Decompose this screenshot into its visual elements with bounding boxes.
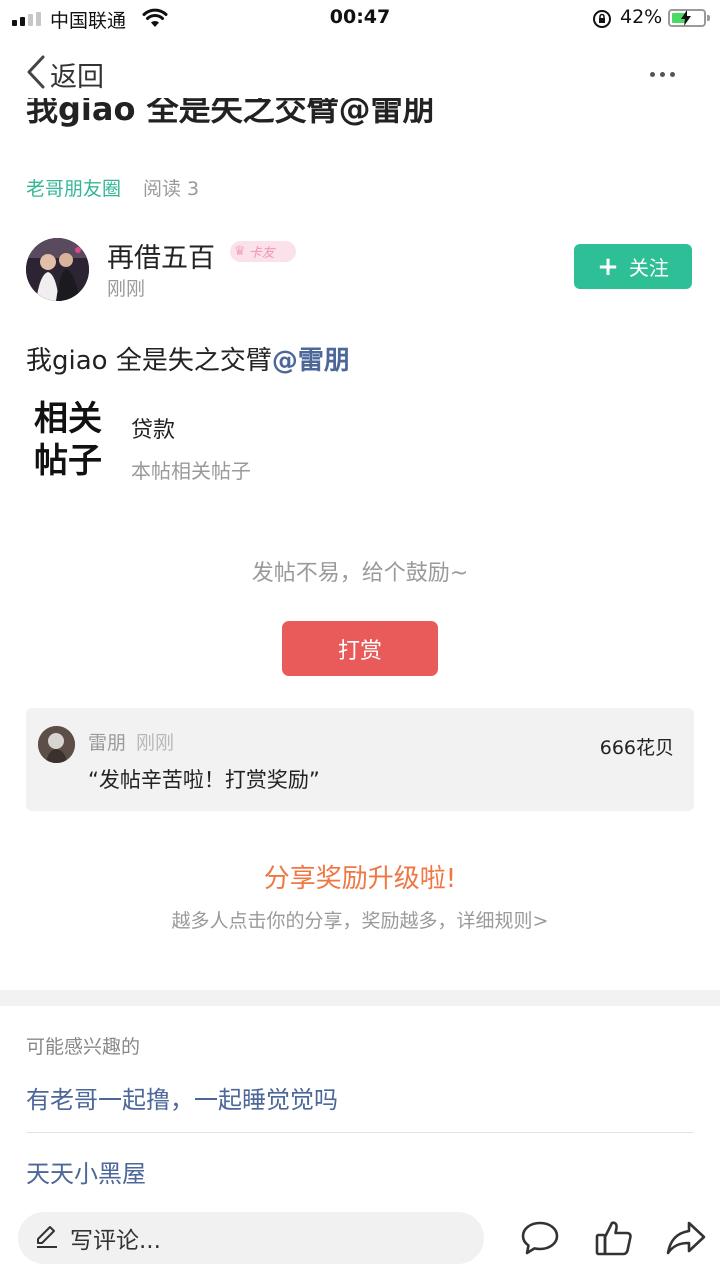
related-posts-label: 相关 帖子: [34, 398, 102, 482]
crown-icon: ♛: [234, 244, 246, 259]
reward-button-label: 打赏: [337, 638, 382, 664]
reward-button[interactable]: 打赏: [282, 621, 438, 676]
recommend-item[interactable]: 有老哥一起撸，一起睡觉觉吗: [26, 1080, 338, 1115]
comment-placeholder: 写评论...: [70, 1228, 161, 1254]
author-badge-label: 卡友: [248, 246, 275, 261]
status-time: 00:47: [329, 6, 391, 28]
back-button[interactable]: 返回: [26, 52, 104, 96]
post-time: 刚刚: [107, 278, 146, 300]
orientation-lock-icon: [592, 9, 612, 33]
plus-icon: +: [597, 251, 619, 282]
read-count: 阅读 3: [143, 178, 200, 200]
author-name[interactable]: 再借五百: [107, 236, 215, 275]
related-label-line1: 相关: [34, 399, 102, 439]
battery-icon: [668, 9, 710, 27]
reward-amount: 666花贝: [599, 737, 674, 759]
reward-message: “发帖辛苦啦！打赏奖励”: [88, 768, 320, 792]
follow-button[interactable]: + 关注: [574, 244, 692, 289]
recommend-divider: [26, 1132, 694, 1133]
section-divider: [0, 990, 720, 1006]
pencil-icon: [34, 1223, 60, 1253]
author-avatar[interactable]: [26, 238, 89, 301]
circle-link[interactable]: 老哥朋友圈: [26, 174, 121, 201]
chevron-left-icon: [26, 55, 46, 93]
related-item-title[interactable]: 贷款: [131, 412, 175, 444]
recommend-item[interactable]: 天天小黑屋: [26, 1154, 146, 1189]
recommend-title: 可能感兴趣的: [26, 1036, 141, 1058]
rewarder-avatar[interactable]: [38, 726, 75, 763]
follow-label: 关注: [628, 256, 669, 280]
related-label-line2: 帖子: [34, 441, 102, 481]
comment-input[interactable]: 写评论...: [18, 1212, 484, 1264]
post-body: 我giao 全是失之交臂@雷朋: [26, 340, 350, 377]
share-arrow-icon[interactable]: [664, 1216, 708, 1260]
comment-bubble-icon[interactable]: [518, 1216, 562, 1260]
post-title-container: 我giao 全是失之交臂@雷朋: [0, 98, 720, 136]
share-reward-rules-link[interactable]: 越多人点击你的分享，奖励越多，详细规则>: [0, 906, 720, 933]
author-badge: ♛ 卡友: [230, 241, 296, 262]
encourage-text: 发帖不易，给个鼓励~: [251, 561, 469, 586]
thumbs-up-icon[interactable]: [592, 1216, 636, 1260]
status-bar: 中国联通 00:47 42%: [0, 0, 720, 38]
related-item-subtitle: 本帖相关帖子: [131, 459, 251, 483]
post-title: 我giao 全是失之交臂@雷朋: [26, 98, 435, 128]
post-body-text: 我giao 全是失之交臂: [26, 346, 272, 376]
bottom-action-bar: 写评论...: [0, 1200, 720, 1280]
back-label: 返回: [50, 61, 104, 93]
share-reward-title[interactable]: 分享奖励升级啦!: [0, 858, 720, 895]
more-dots-icon[interactable]: [640, 58, 684, 90]
mention-link[interactable]: @雷朋: [272, 346, 350, 376]
reward-time: 刚刚: [136, 732, 175, 754]
battery-percent: 42%: [620, 6, 663, 28]
rewarder-name[interactable]: 雷朋: [88, 728, 126, 755]
reward-record-card: 雷朋 刚刚 666花贝 “发帖辛苦啦！打赏奖励”: [26, 708, 694, 811]
post-meta: 老哥朋友圈 阅读 3: [26, 174, 199, 201]
